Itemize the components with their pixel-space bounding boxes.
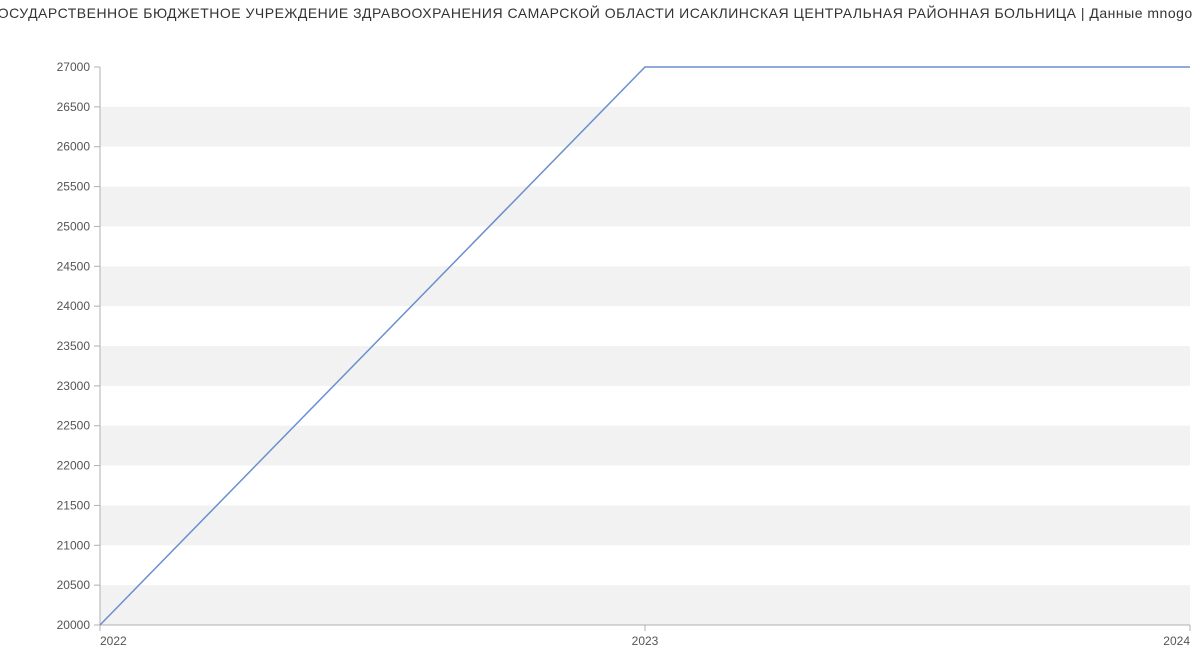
y-tick-label: 24500 xyxy=(57,259,91,273)
grid-band xyxy=(100,505,1190,545)
x-tick-label: 2023 xyxy=(632,634,659,647)
chart-area: 20000 20500 21000 21500 22000 22500 23000 23500… xyxy=(0,27,1200,647)
x-tick-label: 2024 xyxy=(1163,634,1190,647)
grid-band xyxy=(100,585,1190,625)
y-tick-label: 20000 xyxy=(57,618,91,632)
y-tick-label: 27000 xyxy=(57,60,91,74)
y-tick-label: 23500 xyxy=(57,339,91,353)
y-tick-label: 21000 xyxy=(57,538,91,552)
grid-band xyxy=(100,426,1190,466)
y-tick-label: 26000 xyxy=(57,140,91,154)
chart-svg: 20000 20500 21000 21500 22000 22500 23000 23500… xyxy=(0,27,1200,647)
grid-band xyxy=(100,346,1190,386)
grid-band xyxy=(100,187,1190,227)
chart-title: ЛАТА В ГОСУДАРСТВЕННОЕ БЮДЖЕТНОЕ УЧРЕЖДЕ… xyxy=(0,0,1200,27)
y-tick-label: 20500 xyxy=(57,578,91,592)
y-tick-label: 25500 xyxy=(57,180,91,194)
y-tick-label: 21500 xyxy=(57,498,91,512)
y-tick-label: 22500 xyxy=(57,419,91,433)
grid-band xyxy=(100,266,1190,306)
y-tick-label: 26500 xyxy=(57,100,91,114)
grid-band xyxy=(100,107,1190,147)
y-tick-label: 24000 xyxy=(57,299,91,313)
y-tick-label: 23000 xyxy=(57,379,91,393)
y-tick-label: 22000 xyxy=(57,459,91,473)
x-tick-label: 2022 xyxy=(100,634,127,647)
y-tick-label: 25000 xyxy=(57,219,91,233)
